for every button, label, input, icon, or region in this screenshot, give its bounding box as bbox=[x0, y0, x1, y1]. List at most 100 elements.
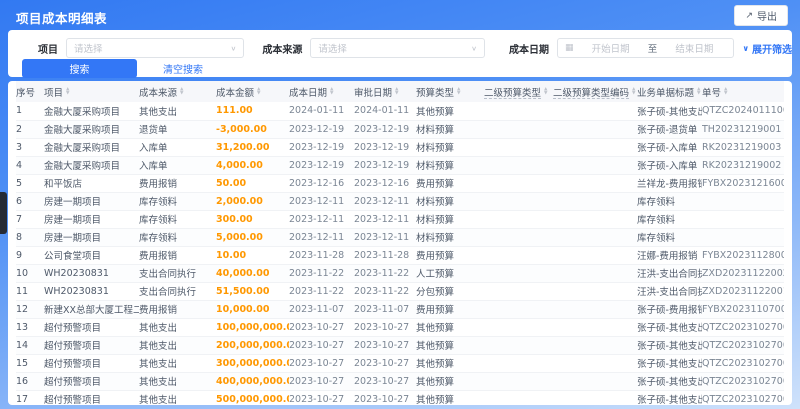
table-row: 1 金融大厦采购项目 其他支出 111.00 2024-01-11 2024-01-11 其… bbox=[16, 102, 784, 121]
cell-idx: 6 bbox=[16, 192, 44, 211]
cell-sec-code bbox=[553, 156, 637, 175]
column-header[interactable]: 预算类型 ▲ ▼ bbox=[416, 81, 484, 102]
cell-project: 超付预警项目 bbox=[44, 318, 139, 337]
cell-budget: 材料预算 bbox=[416, 156, 484, 175]
sort-icon[interactable]: ▲ ▼ bbox=[257, 87, 260, 96]
cell-amount: 10.00 bbox=[216, 246, 289, 265]
cell-sec-code bbox=[553, 120, 637, 139]
sort-icon[interactable]: ▲ ▼ bbox=[697, 87, 700, 96]
column-header[interactable]: 二级预算类型 ▲ ▼ bbox=[484, 81, 553, 102]
column-header[interactable]: 项目 ▲ ▼ bbox=[44, 81, 139, 102]
cell-date: 2023-12-11 bbox=[289, 210, 354, 229]
sort-icon[interactable]: ▲ ▼ bbox=[632, 87, 635, 96]
cell-date: 2023-12-16 bbox=[354, 174, 416, 193]
cell-docno bbox=[702, 192, 784, 211]
cell-date: 2023-12-11 bbox=[289, 192, 354, 211]
cell-date: 2023-11-22 bbox=[354, 264, 416, 283]
cost-detail-table: 序号 项目 ▲ ▼ 成本来源 ▲ ▼ 成本金额 ▲ ▼ 成本日期 ▲ ▼ 审批日期 ▲ ▼ 预算类型 ▲ ▼ 二级预算… bbox=[16, 81, 784, 405]
column-header[interactable]: 成本日期 ▲ ▼ bbox=[289, 81, 354, 102]
search-button[interactable]: 搜索 bbox=[22, 59, 137, 78]
cell-source: 其他支出 bbox=[139, 372, 216, 391]
cell-idx: 15 bbox=[16, 354, 44, 373]
cost-source-select-placeholder: 请选择 bbox=[318, 44, 347, 55]
table-row: 4 金融大厦采购项目 入库单 4,000.00 2023-12-19 2023-12-19… bbox=[16, 156, 784, 175]
export-button[interactable]: ↗ 导出 bbox=[734, 5, 788, 26]
cell-sec-budget bbox=[484, 174, 553, 193]
table-row: 6 房建一期项目 库存领料 2,000.00 2023-12-11 2023-12-11 材… bbox=[16, 192, 784, 211]
cell-amount: 10,000.00 bbox=[216, 300, 289, 319]
cell-date: 2023-10-27 bbox=[289, 354, 354, 373]
cell-amount: 2,000.00 bbox=[216, 192, 289, 211]
cell-sec-budget bbox=[484, 228, 553, 247]
column-header-label: 二级预算类型编码 bbox=[553, 87, 630, 99]
sort-icon[interactable]: ▲ ▼ bbox=[544, 87, 547, 96]
cell-project: 房建一期项目 bbox=[44, 192, 139, 211]
end-date-input[interactable]: 结束日期 bbox=[663, 41, 725, 55]
table-row: 3 金融大厦采购项目 入库单 31,200.00 2023-12-19 2023-12-1… bbox=[16, 138, 784, 157]
sort-icon[interactable]: ▲ ▼ bbox=[395, 87, 398, 96]
cell-docno bbox=[702, 228, 784, 247]
cell-date: 2023-10-27 bbox=[289, 372, 354, 391]
cell-idx: 16 bbox=[16, 372, 44, 391]
start-date-input[interactable]: 开始日期 bbox=[580, 41, 642, 55]
cell-amount: 5,000.00 bbox=[216, 228, 289, 247]
cell-date: 2023-11-07 bbox=[354, 300, 416, 319]
cell-date: 2023-10-27 bbox=[354, 372, 416, 391]
column-header[interactable]: 成本来源 ▲ ▼ bbox=[139, 81, 216, 102]
sort-icon[interactable]: ▲ ▼ bbox=[330, 87, 333, 96]
cell-doc-title: 张子硕-其他支出 bbox=[637, 318, 702, 337]
sort-icon[interactable]: ▲ ▼ bbox=[66, 87, 69, 96]
cell-budget: 其他预算 bbox=[416, 336, 484, 355]
cell-budget: 其他预算 bbox=[416, 372, 484, 391]
cell-project: WH20230831 bbox=[44, 282, 139, 301]
sort-icon[interactable]: ▲ ▼ bbox=[457, 87, 460, 96]
cell-docno: TH20231219001 bbox=[702, 120, 784, 139]
cell-source: 支出合同执行 bbox=[139, 264, 216, 283]
cell-docno bbox=[702, 210, 784, 229]
cell-amount: 100,000,000.00 bbox=[216, 318, 289, 337]
page-title: 项目成本明细表 bbox=[16, 11, 108, 26]
drawer-handle[interactable] bbox=[0, 192, 7, 234]
project-filter-label: 项目 bbox=[38, 44, 58, 56]
cost-date-range-picker[interactable]: ▦ 开始日期 至 结束日期 bbox=[557, 38, 734, 58]
cell-sec-code bbox=[553, 174, 637, 193]
cell-sec-code bbox=[553, 318, 637, 337]
chevron-down-icon: ∨ bbox=[471, 44, 477, 52]
expand-filters-link[interactable]: ∨ 展开筛选 bbox=[743, 41, 793, 56]
cell-docno: RK20231219003 bbox=[702, 138, 784, 157]
cell-sec-code bbox=[553, 300, 637, 319]
cell-doc-title: 张子硕-其他支出 bbox=[637, 336, 702, 355]
filter-panel: 项目 请选择 ∨ 成本来源 请选择 ∨ 成本日期 ▦ 开始日期 至 结束日期 ∨… bbox=[8, 30, 793, 78]
cell-doc-title: 库存领料 bbox=[637, 228, 702, 247]
cell-source: 入库单 bbox=[139, 138, 216, 157]
cost-source-select[interactable]: 请选择 ∨ bbox=[310, 38, 485, 58]
sort-icon[interactable]: ▲ ▼ bbox=[180, 87, 183, 96]
column-header[interactable]: 业务单据标题 ▲ ▼ bbox=[637, 81, 702, 102]
cell-budget: 材料预算 bbox=[416, 138, 484, 157]
column-header[interactable]: 审批日期 ▲ ▼ bbox=[354, 81, 416, 102]
column-header[interactable]: 单号 ▲ ▼ bbox=[702, 81, 784, 102]
cell-source: 退货单 bbox=[139, 120, 216, 139]
sort-icon[interactable]: ▲ ▼ bbox=[724, 87, 727, 96]
cell-amount: 400,000,000.00 bbox=[216, 372, 289, 391]
cell-sec-code bbox=[553, 102, 637, 121]
cell-project: 超付预警项目 bbox=[44, 372, 139, 391]
cell-amount: 40,000.00 bbox=[216, 264, 289, 283]
cell-date: 2023-12-19 bbox=[354, 138, 416, 157]
cell-idx: 5 bbox=[16, 174, 44, 193]
cell-idx: 17 bbox=[16, 390, 44, 405]
column-header[interactable]: 成本金额 ▲ ▼ bbox=[216, 81, 289, 102]
table-row: 15超付预警项目其他支出300,000,000.002023-10-272023… bbox=[16, 354, 784, 373]
cell-date: 2023-12-19 bbox=[289, 120, 354, 139]
cell-budget: 材料预算 bbox=[416, 228, 484, 247]
column-header-label: 项目 bbox=[44, 87, 64, 99]
clear-search-link[interactable]: 清空搜索 bbox=[163, 61, 203, 76]
cell-docno: ZXD20231122001 bbox=[702, 282, 784, 301]
chevron-down-icon: ∨ bbox=[230, 44, 237, 52]
cell-amount: 300,000,000.00 bbox=[216, 354, 289, 373]
column-header[interactable]: 二级预算类型编码 ▲ ▼ bbox=[553, 81, 637, 102]
project-select[interactable]: 请选择 ∨ bbox=[66, 38, 245, 58]
cell-project: 公司食堂项目 bbox=[44, 246, 139, 265]
column-header-label: 单号 bbox=[702, 87, 722, 99]
cell-doc-title: 库存领料 bbox=[637, 192, 702, 211]
